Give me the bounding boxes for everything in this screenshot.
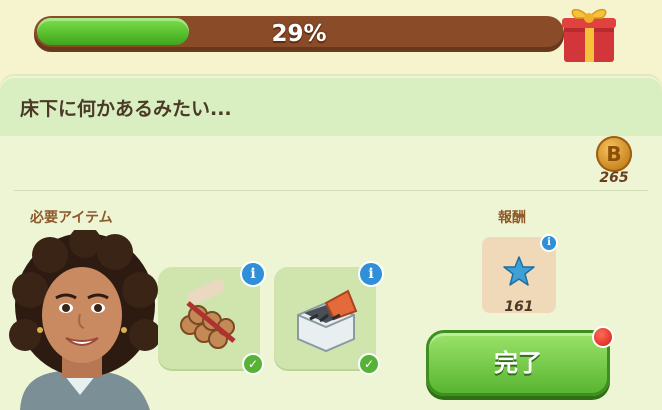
coin-count: 265 — [599, 170, 629, 186]
character-portrait — [9, 230, 161, 410]
coin-icon: B — [596, 136, 632, 172]
info-icon[interactable]: i — [540, 234, 558, 252]
check-icon: ✓ — [242, 353, 264, 375]
divider — [14, 190, 648, 191]
check-icon: ✓ — [358, 353, 380, 375]
progress-percent: 29% — [271, 21, 327, 47]
quest-title: 床下に何かあるみたい... — [20, 98, 232, 120]
reward-label: 報酬 — [498, 210, 526, 226]
tool-box-icon — [297, 289, 358, 353]
required-item-card[interactable]: i ✓ — [158, 261, 266, 375]
blue-star-icon — [503, 256, 535, 286]
required-item-card[interactable]: i ✓ — [274, 261, 384, 375]
progress-bar: 29% — [34, 14, 572, 54]
wood-logs-icon — [180, 279, 236, 349]
complete-button[interactable]: 完了 — [426, 330, 610, 396]
gift-box-icon[interactable] — [556, 0, 622, 66]
info-icon[interactable]: i — [358, 261, 384, 287]
required-items-label: 必要アイテム — [30, 210, 113, 226]
info-icon[interactable]: i — [240, 261, 266, 287]
reward-count: 161 — [504, 299, 534, 315]
notification-dot — [592, 326, 614, 348]
